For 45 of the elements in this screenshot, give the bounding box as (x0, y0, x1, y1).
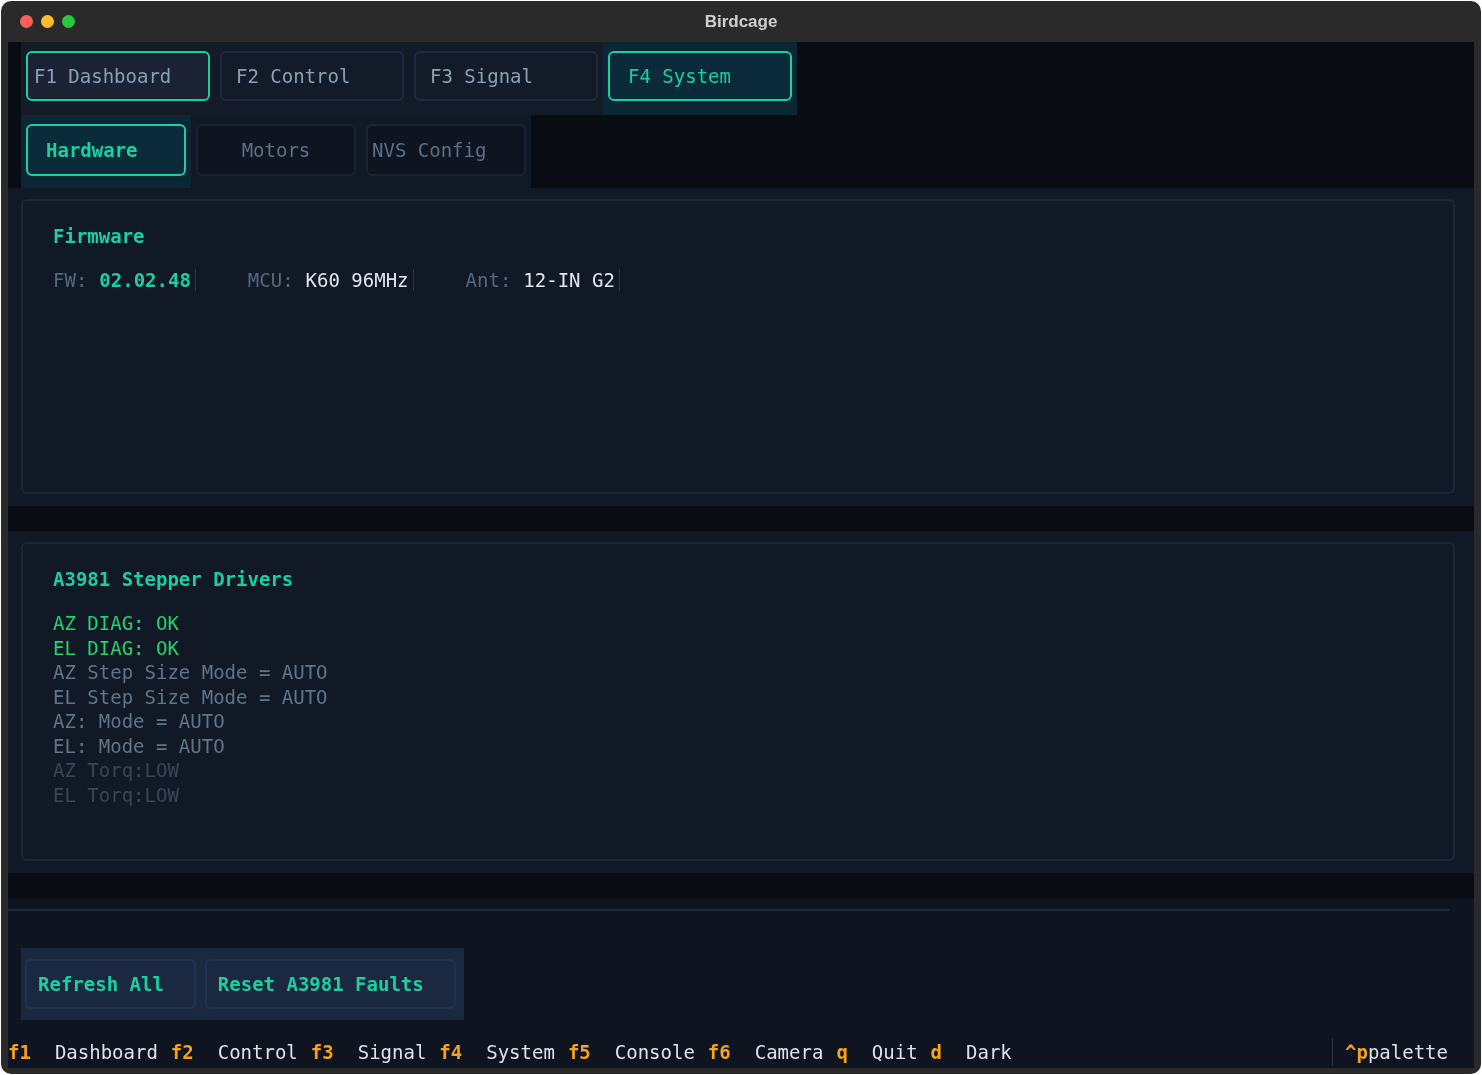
shortcut-key[interactable]: f6 (707, 1041, 731, 1063)
window-control-icon[interactable] (62, 15, 75, 28)
shortcut-key[interactable]: d (930, 1041, 943, 1063)
shortcut-label: Quit (871, 1041, 918, 1063)
panel-title: A3981 Stepper Drivers (53, 568, 294, 590)
shortcut-label: palette (1367, 1041, 1448, 1063)
field-value: K60 96MHz (305, 269, 409, 291)
shortcut-key[interactable]: f4 (439, 1041, 463, 1063)
window-title: Birdcage (704, 11, 778, 32)
shortcut-key[interactable]: f1 (8, 1041, 31, 1063)
tab[interactable]: F3 Signal (414, 51, 598, 101)
shortcut-key[interactable]: f2 (170, 1041, 194, 1063)
field-label: MCU: (247, 269, 294, 291)
field-value: 12-IN G2 (523, 269, 615, 291)
field-label: FW: (53, 269, 88, 291)
window-control-icon[interactable] (41, 15, 54, 28)
shortcut-label: Signal (357, 1041, 427, 1063)
field-value: 02.02.48 (99, 269, 191, 291)
shortcut-label: Camera (754, 1041, 824, 1063)
tab[interactable]: F2 Control (220, 51, 404, 101)
tab[interactable]: F1 Dashboard (26, 51, 210, 101)
shortcut-label: Control (217, 1041, 298, 1063)
shortcut-key[interactable]: ^p (1345, 1041, 1368, 1063)
field-label: Ant: (465, 269, 512, 291)
tab[interactable]: F4 System (608, 51, 792, 101)
status-line: AZ DIAG: OK (53, 611, 180, 636)
tab[interactable]: Hardware (26, 124, 186, 176)
action-button[interactable]: Refresh All (25, 959, 196, 1009)
status-line: EL Step Size Mode = AUTO (53, 684, 329, 709)
shortcut-label: System (486, 1041, 555, 1063)
shortcut-label: Dashboard (54, 1041, 158, 1063)
shortcut-key[interactable]: f3 (310, 1041, 334, 1063)
window-control-icon[interactable] (20, 15, 33, 28)
panel-title: Firmware (53, 225, 145, 247)
status-line: EL: Mode = AUTO (53, 733, 226, 758)
action-button[interactable]: Reset A3981 Faults (204, 959, 456, 1009)
tab[interactable]: Motors (196, 124, 356, 176)
shortcut-label: Console (614, 1041, 695, 1063)
tab[interactable]: NVS Config (366, 124, 526, 176)
shortcut-label: Dark (966, 1041, 1012, 1063)
status-line: AZ: Mode = AUTO (53, 709, 226, 734)
status-line: EL DIAG: OK (53, 635, 180, 660)
shortcut-key[interactable]: q (836, 1041, 848, 1063)
status-line: AZ Step Size Mode = AUTO (53, 660, 329, 685)
shortcut-key[interactable]: f5 (567, 1041, 591, 1063)
